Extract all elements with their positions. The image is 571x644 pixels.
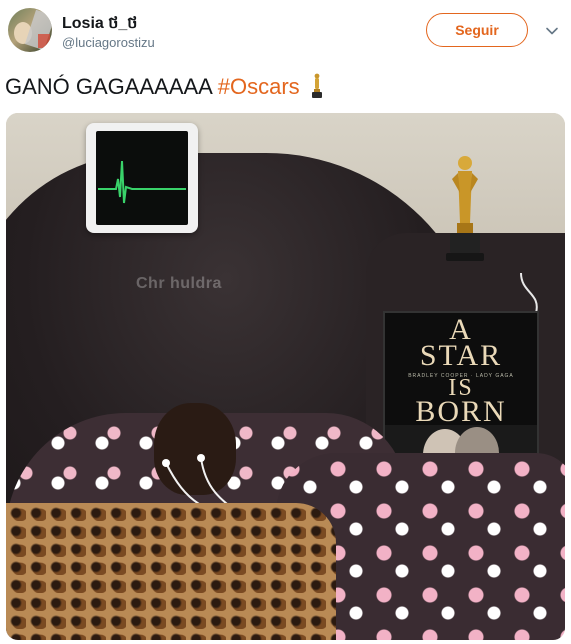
oscar-statue	[446, 156, 484, 261]
watermark: Chr huldra	[136, 275, 222, 292]
heartbeat-line-icon	[98, 160, 186, 204]
heart-monitor	[86, 123, 198, 233]
tweet-media-image[interactable]: Chr huldra A STAR BRADLEY COOPER · LADY …	[6, 113, 565, 640]
author-name[interactable]: Losia ថ_ថ	[62, 12, 137, 36]
poster-title-2: STAR	[419, 339, 503, 372]
hashtag-link[interactable]: #Oscars	[218, 74, 300, 99]
tweet-text: GANÓ GAGAAAAAA #Oscars	[5, 73, 324, 101]
author-handle[interactable]: @luciagorostizu	[62, 35, 155, 50]
tweet-header: Losia ថ_ថ @luciagorostizu Seguir	[0, 0, 571, 62]
poster-title-4: BORN	[415, 395, 507, 428]
chevron-down-icon[interactable]	[545, 24, 559, 38]
avatar[interactable]	[8, 8, 52, 52]
tweet-body: GANÓ GAGAAAAAA	[5, 74, 212, 99]
oscar-trophy-icon	[311, 73, 322, 98]
leopard-blanket	[6, 503, 336, 640]
follow-button[interactable]: Seguir	[426, 13, 528, 47]
